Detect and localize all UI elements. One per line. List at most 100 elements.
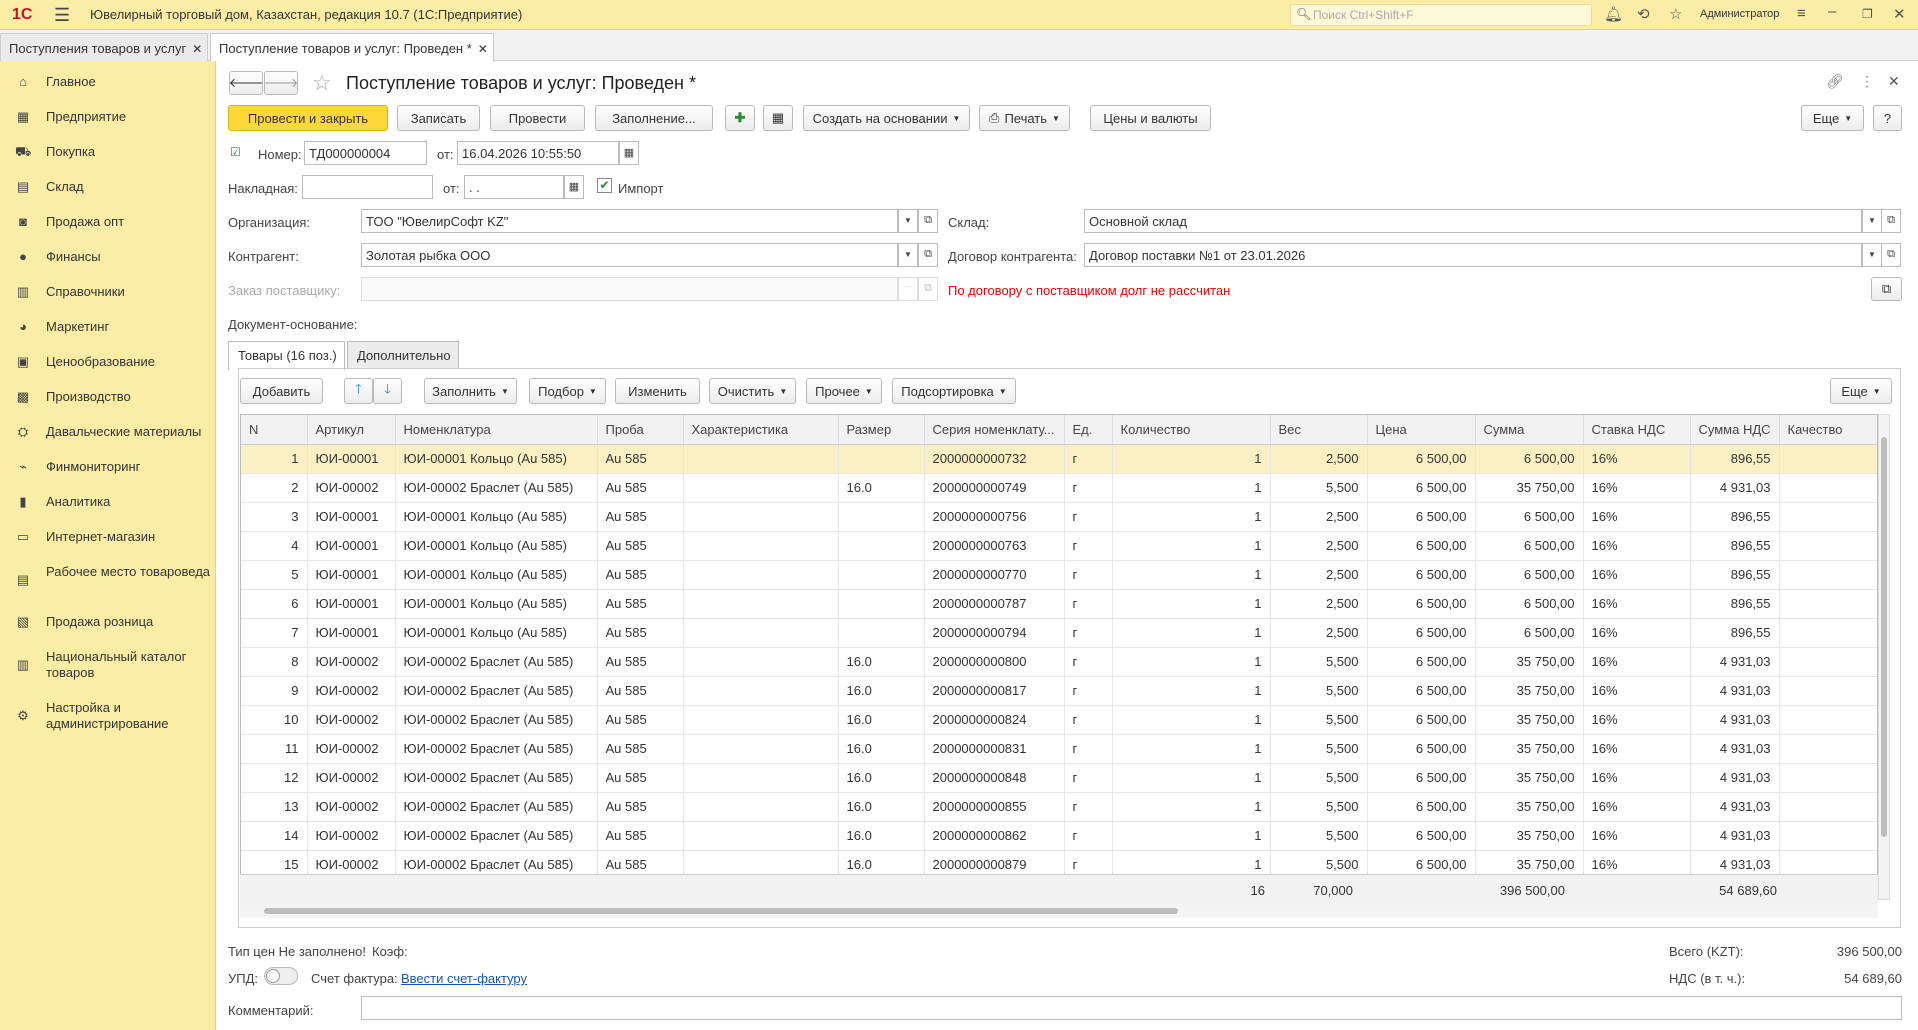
column-header[interactable]: Цена — [1367, 415, 1476, 445]
scroll-thumb[interactable] — [264, 908, 1178, 914]
open-contractor-icon[interactable]: ⧉ — [918, 243, 938, 267]
vertical-scrollbar[interactable] — [1878, 414, 1890, 900]
table-cell[interactable]: г — [1064, 676, 1113, 706]
table-row[interactable]: 8 ЮИ-00002 ЮИ-00002 Браслет (Au 585) Au 585… — [241, 647, 1877, 677]
table-cell[interactable] — [683, 763, 839, 793]
column-header[interactable]: Количество — [1112, 415, 1271, 445]
upd-toggle[interactable] — [264, 967, 298, 985]
table-cell[interactable]: 5,500 — [1270, 792, 1368, 822]
table-cell[interactable]: 1 — [1112, 821, 1271, 851]
table-cell[interactable]: ЮИ-00001 Кольцо (Au 585) — [395, 560, 598, 590]
table-cell[interactable]: 4 931,03 — [1690, 763, 1780, 793]
post-button[interactable]: Провести — [490, 105, 585, 131]
table-cell[interactable]: 2000000000855 — [924, 792, 1065, 822]
table-cell[interactable]: Au 585 — [597, 589, 684, 619]
table-cell[interactable]: 896,55 — [1690, 589, 1780, 619]
table-row[interactable]: 14 ЮИ-00002 ЮИ-00002 Браслет (Au 585) Au 58… — [241, 821, 1877, 851]
table-cell[interactable]: 16% — [1583, 560, 1691, 590]
table-cell[interactable] — [1779, 560, 1877, 590]
table-cell[interactable]: 5,500 — [1270, 705, 1368, 735]
table-cell[interactable]: 896,55 — [1690, 444, 1780, 474]
column-header[interactable]: Артикул — [307, 415, 396, 445]
table-cell[interactable]: ЮИ-00002 — [307, 763, 396, 793]
table-cell[interactable]: г — [1064, 647, 1113, 677]
table-cell[interactable]: г — [1064, 560, 1113, 590]
table-cell[interactable]: Au 585 — [597, 676, 684, 706]
table-cell[interactable] — [1779, 734, 1877, 764]
import-checkbox[interactable]: ✔ — [597, 178, 612, 193]
table-cell[interactable]: Au 585 — [597, 473, 684, 503]
table-cell[interactable]: 16.0 — [838, 734, 925, 764]
table-cell[interactable]: 6 500,00 — [1367, 763, 1476, 793]
table-cell[interactable]: 6 500,00 — [1475, 560, 1584, 590]
table-cell[interactable]: 35 750,00 — [1475, 792, 1584, 822]
table-cell[interactable]: 16% — [1583, 444, 1691, 474]
excel-import-icon[interactable]: ✚ — [725, 105, 755, 131]
table-cell[interactable]: 16.0 — [838, 705, 925, 735]
table-cell[interactable]: 16.0 — [838, 763, 925, 793]
forward-button[interactable]: 🡒 — [264, 71, 298, 95]
table-cell[interactable]: 896,55 — [1690, 618, 1780, 648]
table-cell[interactable] — [1779, 647, 1877, 677]
table-cell[interactable]: 2000000000732 — [924, 444, 1065, 474]
table-row[interactable]: 11 ЮИ-00002 ЮИ-00002 Браслет (Au 585) Au 58… — [241, 734, 1877, 764]
table-row[interactable]: 10 ЮИ-00002 ЮИ-00002 Браслет (Au 585) Au 58… — [241, 705, 1877, 735]
table-cell[interactable]: ЮИ-00001 Кольцо (Au 585) — [395, 502, 598, 532]
table-cell[interactable]: 8 — [241, 647, 308, 677]
more-menu-icon[interactable]: ⋮ — [1860, 73, 1874, 90]
table-cell[interactable] — [1779, 618, 1877, 648]
search-input[interactable]: 🔍︎ Поиск Ctrl+Shift+F — [1290, 4, 1592, 26]
table-cell[interactable] — [1779, 531, 1877, 561]
table-cell[interactable] — [683, 734, 839, 764]
table-cell[interactable]: 6 500,00 — [1475, 502, 1584, 532]
table-cell[interactable]: 12 — [241, 763, 308, 793]
table-cell[interactable]: 1 — [1112, 444, 1271, 474]
selection-button[interactable]: Подбор ▼ — [529, 378, 606, 404]
table-cell[interactable]: 6 500,00 — [1367, 705, 1476, 735]
table-cell[interactable]: г — [1064, 763, 1113, 793]
move-down-icon[interactable]: 🡓 — [373, 378, 402, 404]
chevron-down-icon[interactable]: ▼ — [898, 209, 918, 233]
open-contract-icon[interactable]: ⧉ — [1881, 243, 1901, 267]
table-cell[interactable]: 1 — [1112, 705, 1271, 735]
close-form-icon[interactable]: ✕ — [1888, 73, 1900, 90]
table-cell[interactable]: 2000000000749 — [924, 473, 1065, 503]
table-cell[interactable]: г — [1064, 821, 1113, 851]
date-field[interactable]: 16.04.2026 10:55:50 — [457, 141, 619, 165]
table-cell[interactable]: 35 750,00 — [1475, 705, 1584, 735]
table-cell[interactable]: 16% — [1583, 821, 1691, 851]
post-and-close-button[interactable]: Провести и закрыть — [228, 105, 388, 131]
other-button[interactable]: Прочее ▼ — [806, 378, 882, 404]
table-cell[interactable]: 6 500,00 — [1367, 531, 1476, 561]
table-cell[interactable]: г — [1064, 473, 1113, 503]
table-cell[interactable]: 2,500 — [1270, 618, 1368, 648]
table-cell[interactable] — [1779, 763, 1877, 793]
close-icon[interactable]: ✕ — [192, 42, 202, 56]
table-cell[interactable]: ЮИ-00002 — [307, 821, 396, 851]
table-cell[interactable]: 2,500 — [1270, 560, 1368, 590]
table-cell[interactable]: 11 — [241, 734, 308, 764]
table-cell[interactable]: ЮИ-00002 — [307, 734, 396, 764]
table-row[interactable]: 5 ЮИ-00001 ЮИ-00001 Кольцо (Au 585) Au 585 2… — [241, 560, 1877, 590]
table-cell[interactable]: 16% — [1583, 734, 1691, 764]
table-cell[interactable] — [838, 531, 925, 561]
table-cell[interactable] — [683, 618, 839, 648]
table-cell[interactable] — [683, 589, 839, 619]
user-name[interactable]: Администратор — [1700, 8, 1779, 20]
open-warehouse-icon[interactable]: ⧉ — [1881, 209, 1901, 233]
table-cell[interactable]: 2 — [241, 473, 308, 503]
scroll-thumb[interactable] — [1881, 437, 1887, 837]
table-cell[interactable]: г — [1064, 618, 1113, 648]
column-header[interactable]: Сумма — [1475, 415, 1584, 445]
table-cell[interactable]: 1 — [1112, 647, 1271, 677]
clear-button[interactable]: Очистить ▼ — [709, 378, 796, 404]
table-cell[interactable]: г — [1064, 589, 1113, 619]
table-cell[interactable]: ЮИ-00001 Кольцо (Au 585) — [395, 444, 598, 474]
table-cell[interactable]: 35 750,00 — [1475, 473, 1584, 503]
table-cell[interactable]: ЮИ-00002 Браслет (Au 585) — [395, 676, 598, 706]
table-cell[interactable] — [1779, 589, 1877, 619]
table-cell[interactable] — [1779, 444, 1877, 474]
table-cell[interactable]: 16% — [1583, 589, 1691, 619]
fill-button[interactable]: Заполнение... — [595, 105, 713, 131]
table-cell[interactable]: ЮИ-00002 Браслет (Au 585) — [395, 705, 598, 735]
